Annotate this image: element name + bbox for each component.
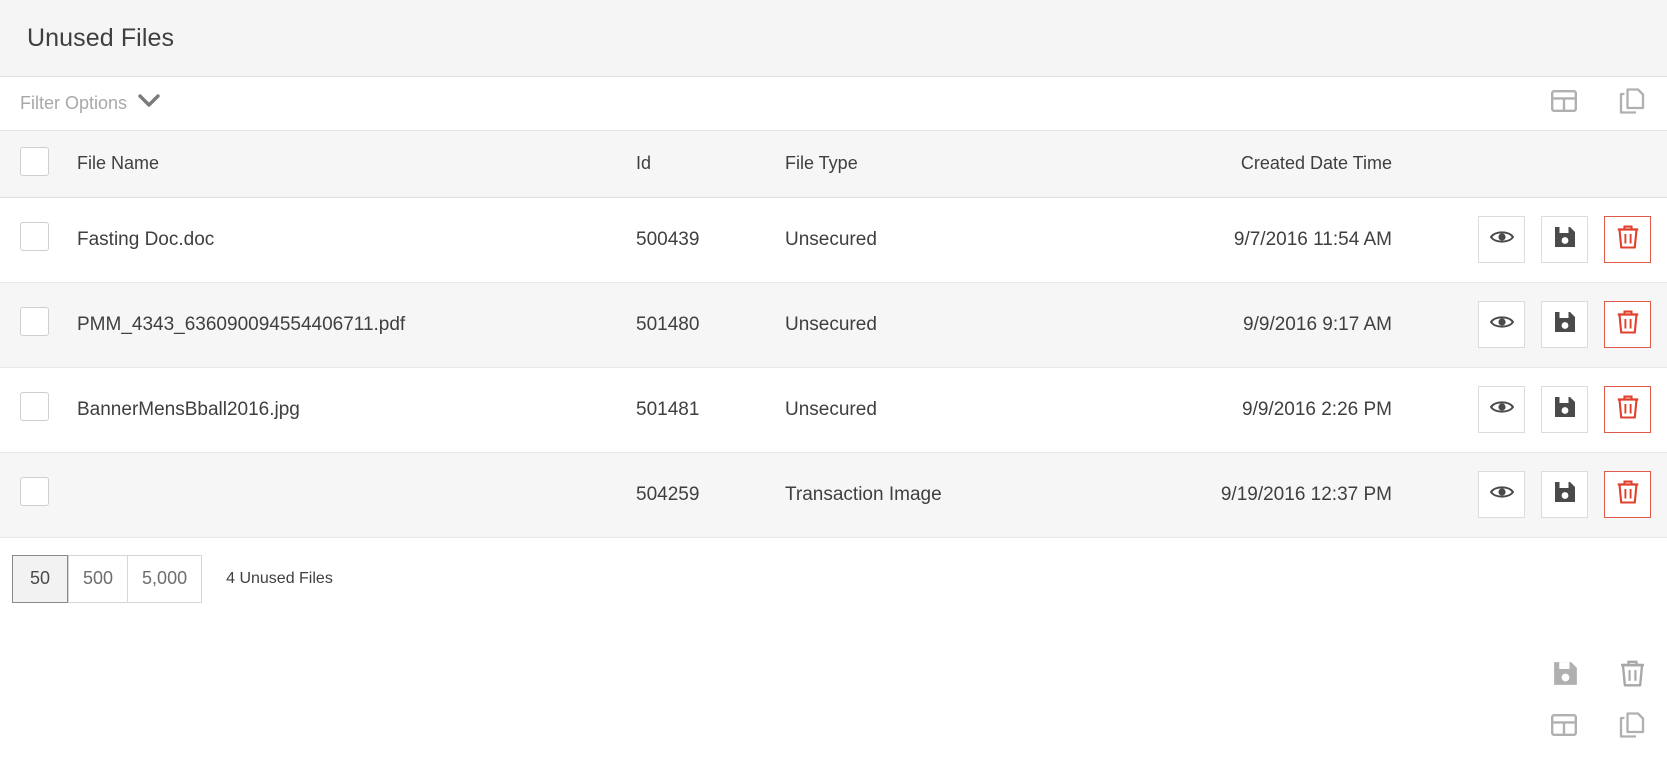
- cell-created-date-time: 9/9/2016 9:17 AM: [1202, 282, 1392, 367]
- table-grid-icon[interactable]: [1551, 713, 1577, 742]
- floppy-save-icon: [1554, 481, 1576, 509]
- row-action-group: [1392, 301, 1651, 348]
- floppy-save-icon: [1554, 396, 1576, 424]
- cell-file-type: Unsecured: [782, 367, 1202, 452]
- column-header-file-name[interactable]: File Name: [74, 131, 634, 197]
- delete-button[interactable]: [1604, 301, 1651, 348]
- page-size-selector: 50 500 5,000: [12, 555, 202, 603]
- footer-icon-row-bottom: [1551, 712, 1645, 743]
- unused-files-table: File Name Id File Type Created Date Time…: [0, 131, 1667, 538]
- trash-icon: [1617, 480, 1639, 510]
- cell-file-name: BannerMensBball2016.jpg: [74, 367, 634, 452]
- view-button[interactable]: [1478, 216, 1525, 263]
- trash-icon: [1617, 395, 1639, 425]
- table-row[interactable]: 504259 Transaction Image 9/19/2016 12:37…: [0, 452, 1667, 537]
- eye-icon: [1490, 399, 1514, 421]
- cell-file-name: [74, 452, 634, 537]
- floppy-save-icon: [1554, 311, 1576, 339]
- cell-id: 501481: [634, 367, 782, 452]
- cell-actions: [1392, 452, 1667, 537]
- row-action-group: [1392, 471, 1651, 518]
- save-button[interactable]: [1541, 386, 1588, 433]
- page-title: Unused Files: [27, 24, 174, 53]
- cell-created-date-time: 9/9/2016 2:26 PM: [1202, 367, 1392, 452]
- delete-button[interactable]: [1604, 471, 1651, 518]
- footer-action-icons: [1551, 660, 1645, 743]
- table-footer: 50 500 5,000 4 Unused Files: [0, 538, 1667, 603]
- cell-actions: [1392, 367, 1667, 452]
- page-size-500-button[interactable]: 500: [68, 555, 127, 603]
- cell-id: 500439: [634, 197, 782, 282]
- column-header-id[interactable]: Id: [634, 131, 782, 197]
- trash-icon[interactable]: [1620, 660, 1645, 692]
- eye-icon: [1490, 229, 1514, 251]
- row-checkbox[interactable]: [20, 222, 49, 251]
- eye-icon: [1490, 314, 1514, 336]
- delete-button[interactable]: [1604, 216, 1651, 263]
- cell-actions: [1392, 282, 1667, 367]
- select-all-checkbox[interactable]: [20, 147, 49, 176]
- trash-icon: [1617, 225, 1639, 255]
- filter-options-label: Filter Options: [20, 93, 127, 114]
- column-header-file-type[interactable]: File Type: [782, 131, 1202, 197]
- copy-icon[interactable]: [1619, 712, 1645, 743]
- row-select-cell: [0, 367, 74, 452]
- cell-created-date-time: 9/19/2016 12:37 PM: [1202, 452, 1392, 537]
- copy-icon[interactable]: [1619, 88, 1645, 119]
- table-header-row: File Name Id File Type Created Date Time: [0, 131, 1667, 197]
- row-action-group: [1392, 216, 1651, 263]
- delete-button[interactable]: [1604, 386, 1651, 433]
- row-select-cell: [0, 452, 74, 537]
- page-size-50-button[interactable]: 50: [12, 555, 68, 603]
- table-row[interactable]: PMM_4343_636090094554406711.pdf 501480 U…: [0, 282, 1667, 367]
- save-button[interactable]: [1541, 471, 1588, 518]
- view-button[interactable]: [1478, 471, 1525, 518]
- cell-actions: [1392, 197, 1667, 282]
- row-select-cell: [0, 282, 74, 367]
- page-size-5000-button[interactable]: 5,000: [127, 555, 202, 603]
- select-all-header: [0, 131, 74, 197]
- cell-file-type: Transaction Image: [782, 452, 1202, 537]
- cell-created-date-time: 9/7/2016 11:54 AM: [1202, 197, 1392, 282]
- table-body: Fasting Doc.doc 500439 Unsecured 9/7/201…: [0, 197, 1667, 537]
- eye-icon: [1490, 484, 1514, 506]
- table-header: File Name Id File Type Created Date Time: [0, 131, 1667, 197]
- row-action-group: [1392, 386, 1651, 433]
- unused-files-panel: Unused Files Filter Options: [0, 0, 1667, 775]
- save-button[interactable]: [1541, 301, 1588, 348]
- chevron-down-icon: [138, 94, 160, 113]
- floppy-save-icon[interactable]: [1553, 661, 1578, 691]
- filter-options-toggle[interactable]: Filter Options: [20, 93, 160, 114]
- filter-bar: Filter Options: [0, 77, 1667, 131]
- row-select-cell: [0, 197, 74, 282]
- view-button[interactable]: [1478, 386, 1525, 433]
- row-checkbox[interactable]: [20, 392, 49, 421]
- trash-icon: [1617, 310, 1639, 340]
- cell-id: 504259: [634, 452, 782, 537]
- panel-header: Unused Files: [0, 0, 1667, 77]
- save-button[interactable]: [1541, 216, 1588, 263]
- cell-file-type: Unsecured: [782, 282, 1202, 367]
- row-checkbox[interactable]: [20, 307, 49, 336]
- filter-bar-actions: [1551, 88, 1645, 119]
- column-header-created-date-time[interactable]: Created Date Time: [1202, 131, 1392, 197]
- row-checkbox[interactable]: [20, 477, 49, 506]
- cell-id: 501480: [634, 282, 782, 367]
- table-grid-icon[interactable]: [1551, 89, 1577, 118]
- cell-file-name: PMM_4343_636090094554406711.pdf: [74, 282, 634, 367]
- cell-file-name: Fasting Doc.doc: [74, 197, 634, 282]
- footer-icon-row-top: [1553, 660, 1645, 692]
- record-count-label: 4 Unused Files: [226, 570, 333, 588]
- column-header-actions: [1392, 131, 1667, 197]
- floppy-save-icon: [1554, 226, 1576, 254]
- view-button[interactable]: [1478, 301, 1525, 348]
- table-row[interactable]: BannerMensBball2016.jpg 501481 Unsecured…: [0, 367, 1667, 452]
- cell-file-type: Unsecured: [782, 197, 1202, 282]
- table-row[interactable]: Fasting Doc.doc 500439 Unsecured 9/7/201…: [0, 197, 1667, 282]
